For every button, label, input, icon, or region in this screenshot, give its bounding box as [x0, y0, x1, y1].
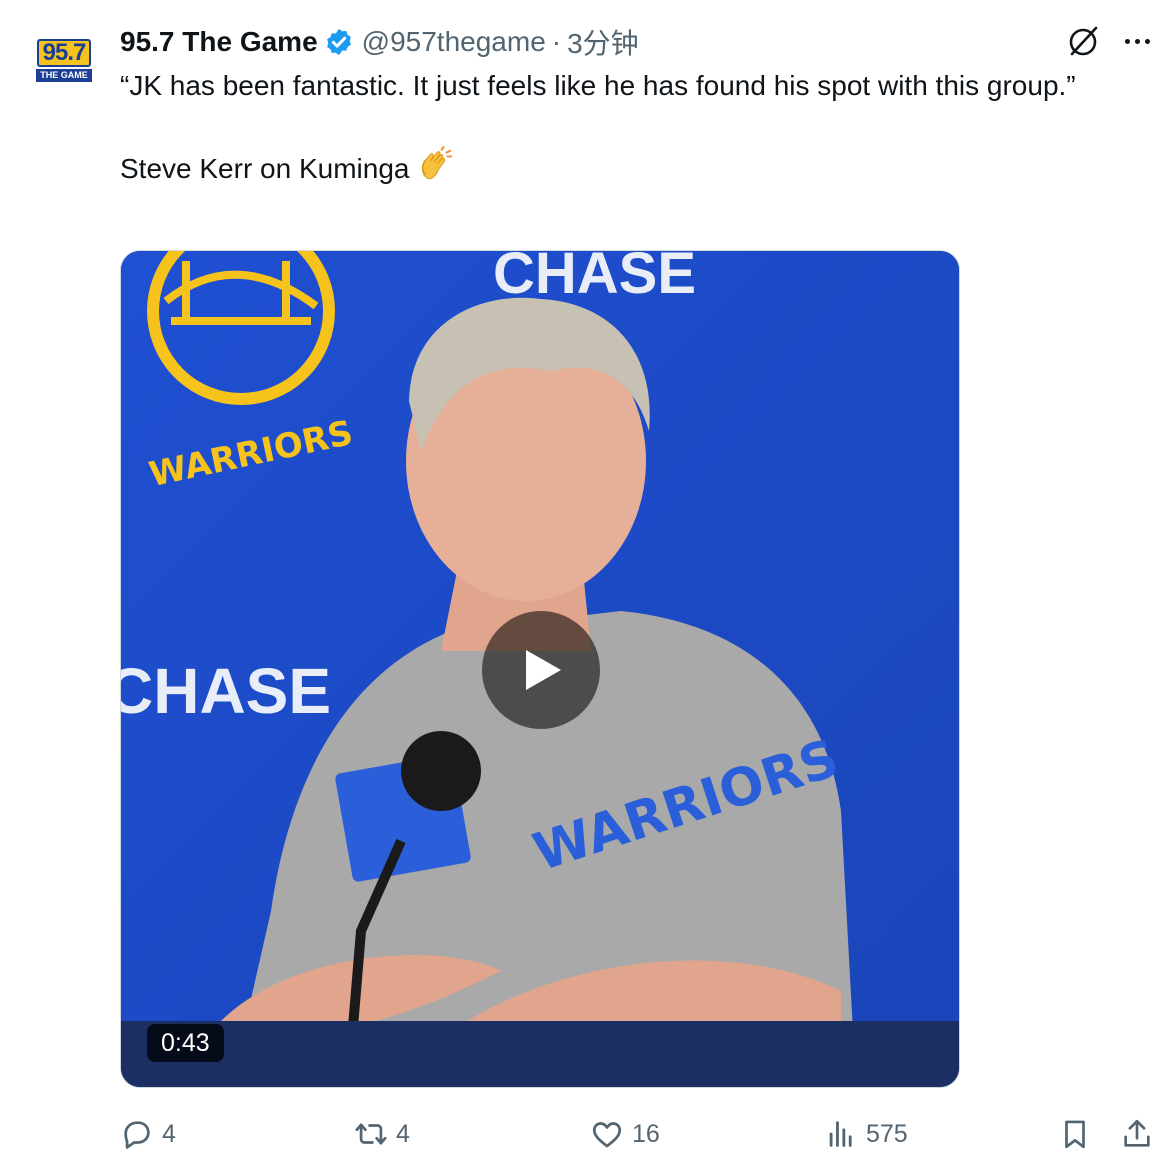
bookmark-icon: [1065, 1120, 1085, 1149]
reply-count: 4: [162, 1119, 176, 1148]
verified-badge-icon[interactable]: [324, 27, 354, 57]
share-button[interactable]: [1120, 1112, 1154, 1156]
avatar-logo-main: 95.7: [36, 38, 92, 67]
reply-button[interactable]: 4: [120, 1112, 176, 1156]
video-player[interactable]: WARRIORS CHASE CHASE WARRIORS 0:43: [120, 250, 960, 1088]
handle[interactable]: @957thegame: [362, 26, 546, 58]
views-count: 575: [866, 1119, 908, 1148]
play-icon: [526, 650, 561, 690]
tweet-quote: “JK has been fantastic. It just feels li…: [120, 70, 1076, 101]
grok-icon[interactable]: [1064, 22, 1102, 60]
video-duration: 0:43: [147, 1024, 224, 1062]
repost-count: 4: [396, 1119, 410, 1148]
repost-button[interactable]: 4: [354, 1112, 410, 1156]
chase-text-left: CHASE: [121, 655, 331, 727]
more-dot: [1124, 38, 1130, 44]
chase-text-top: CHASE: [493, 251, 696, 306]
more-dot: [1134, 38, 1140, 44]
tweet-caption: Steve Kerr on Kuminga: [120, 152, 410, 184]
share-icon: [1124, 1119, 1150, 1147]
bookmark-button[interactable]: [1058, 1112, 1092, 1156]
display-name[interactable]: 95.7 The Game: [120, 26, 318, 58]
repost-icon: [355, 1123, 387, 1145]
tweet-header: 95.7 The Game @957thegame · 3分钟: [120, 22, 639, 62]
play-button[interactable]: [482, 611, 600, 729]
views-icon: [829, 1121, 852, 1147]
avatar-logo-sub: THE GAME: [36, 68, 92, 82]
like-count: 16: [632, 1119, 660, 1148]
views-button[interactable]: 575: [824, 1112, 908, 1156]
more-dot: [1144, 38, 1150, 44]
separator-dot: ·: [551, 26, 562, 57]
tweet-actions: 4 4 16 575: [120, 1112, 1160, 1156]
tweet-line-2: Steve Kerr on Kuminga: [120, 146, 1120, 195]
clapping-hands-emoji-icon: [416, 146, 454, 195]
like-icon: [592, 1122, 622, 1148]
more-icon[interactable]: [1118, 22, 1156, 60]
tweet-text: “JK has been fantastic. It just feels li…: [120, 66, 1120, 195]
timestamp[interactable]: 3分钟: [567, 22, 639, 62]
reply-icon: [124, 1121, 150, 1149]
like-button[interactable]: 16: [590, 1112, 660, 1156]
avatar[interactable]: 95.7 THE GAME: [28, 36, 100, 84]
